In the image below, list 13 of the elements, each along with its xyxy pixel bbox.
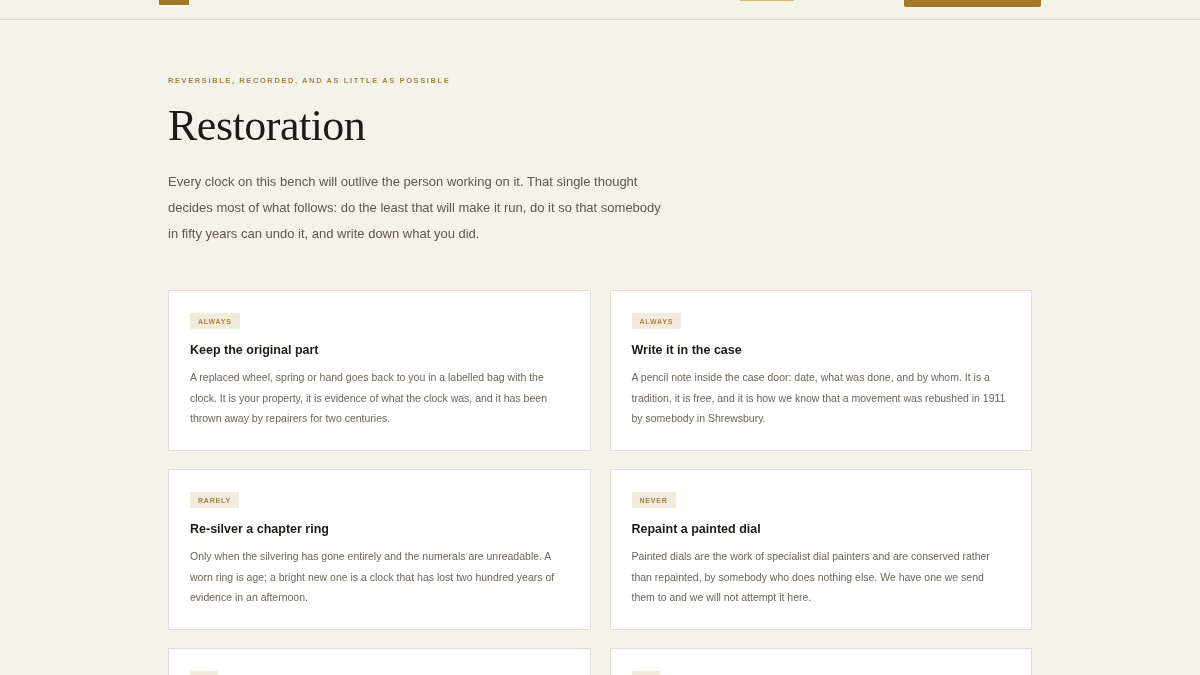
card-title: Keep the original part — [190, 343, 319, 357]
card-text: Only when the silvering has gone entirely and the numerals are unreadable. A worn ring is age; a bright new one is a clock that has lost two hundred years of evidence in an afternoon. — [190, 549, 556, 605]
card-title: Repaint a painted dial — [631, 522, 761, 536]
card-title: Write it in the case — [631, 343, 742, 357]
card-title: Re-silver a chapter ring — [190, 522, 329, 536]
logo-icon[interactable] — [159, 0, 189, 5]
card-text: Painted dials are the work of specialist dial painters and are conserved rather than repainted, by somebody who does nothing else. We have one we send them to and we will not attempt it here. — [631, 549, 991, 605]
intro-paragraph: Every clock on this bench will outlive the person working on it. That single thought decides most of what follows: do the least that will make it run, do it so that somebody in fifty years can undo it, and write down what you did. — [168, 173, 662, 243]
card-text: A pencil note inside the case door: date, what was done, and by whom. It is a tradition, it is free, and it is how we know that a movement was rebushed in 1911 by somebody in Shrewsbury. — [631, 370, 1007, 426]
nav-underline — [740, 0, 794, 1]
header-button[interactable] — [904, 0, 1041, 7]
page-title: Restoration — [168, 100, 367, 152]
card-text: A replaced wheel, spring or hand goes back to you in a labelled bag with the clock. It is your property, it is evidence of what the clock was, and it has been thrown away by repairers for two centuries. — [190, 370, 548, 426]
